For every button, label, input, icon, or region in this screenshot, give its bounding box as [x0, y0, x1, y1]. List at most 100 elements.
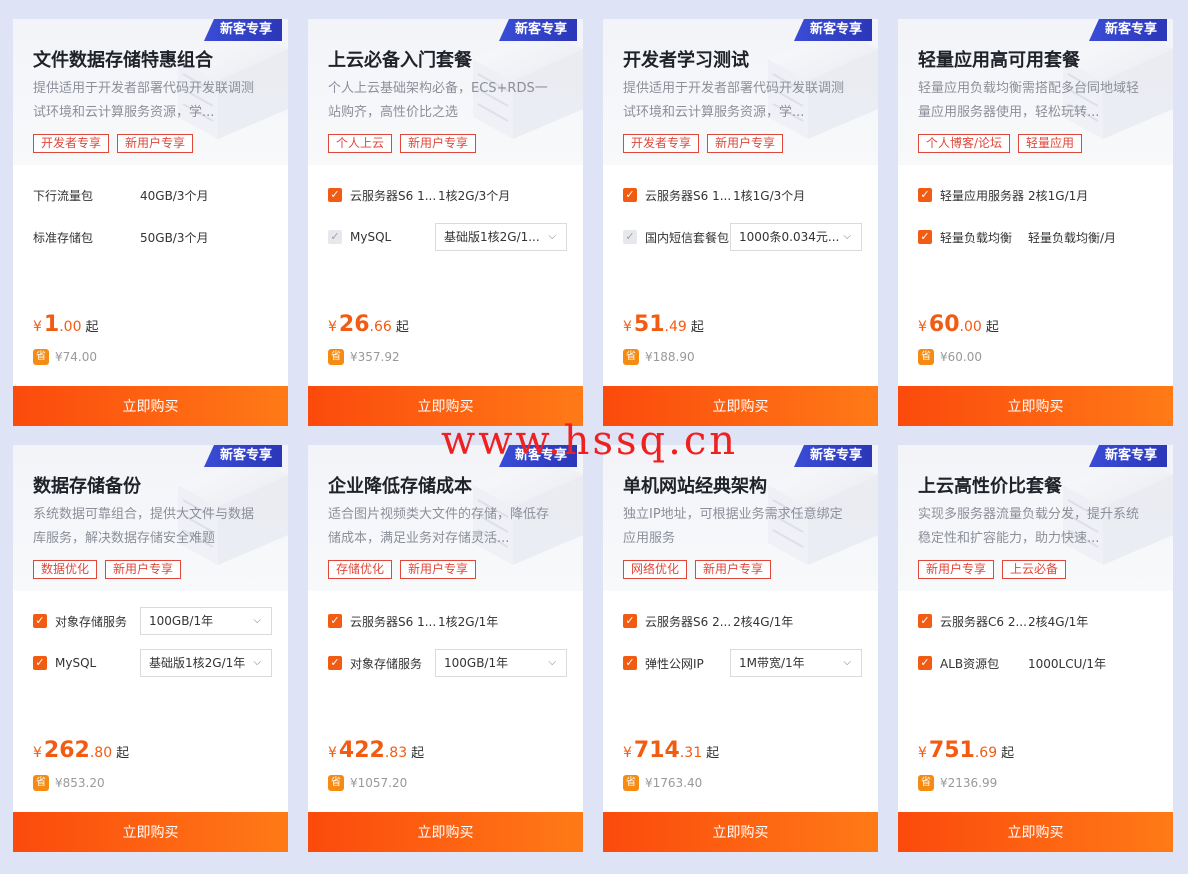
- currency-symbol: ¥: [623, 319, 632, 335]
- product-label: 云服务器S6 1...: [645, 188, 732, 203]
- product-row: ✓ 弹性公网IP 1M带宽/1年 ⌵: [623, 649, 862, 677]
- original-price-value: ¥188.90: [645, 350, 695, 364]
- checkbox[interactable]: ✓: [918, 188, 932, 202]
- checkbox[interactable]: ✓: [623, 656, 637, 670]
- card-header: 新客专享 文件数据存储特惠组合 提供适用于开发者部署代码开发联调测试环境和云计算…: [13, 19, 288, 165]
- feature-tag: 新用户专享: [695, 560, 772, 579]
- product-label: 对象存储服务: [55, 614, 128, 629]
- currency-symbol: ¥: [623, 745, 632, 761]
- watermark: www.hssq.cn: [441, 418, 738, 464]
- spec-value: 50GB/3个月: [140, 230, 209, 245]
- buy-now-button[interactable]: 立即购买: [13, 386, 288, 426]
- price: ¥ 51 .49 起: [623, 312, 704, 337]
- checkbox: ✓: [623, 230, 637, 244]
- price: ¥ 714 .31 起: [623, 738, 719, 763]
- spec-value: 1核2G/1年: [438, 614, 499, 629]
- package-card: 新客专享 上云必备入门套餐 个人上云基础架构必备，ECS+RDS一站购齐，高性价…: [308, 19, 583, 426]
- price-integer: 714: [633, 738, 680, 763]
- original-price-value: ¥357.92: [350, 350, 400, 364]
- product-row: ✓ 云服务器S6 1... 1核2G/1年: [328, 607, 567, 635]
- save-icon: 省: [328, 349, 344, 365]
- feature-tag: 网络优化: [623, 560, 688, 579]
- checkbox[interactable]: ✓: [918, 656, 932, 670]
- product-row: 下行流量包 40GB/3个月: [33, 181, 272, 209]
- product-label: 标准存储包: [33, 230, 94, 245]
- checkbox[interactable]: ✓: [328, 656, 342, 670]
- card-title: 开发者学习测试: [623, 50, 749, 71]
- card-description: 独立IP地址，可根据业务需求任意绑定应用服务: [623, 507, 843, 546]
- spec-select-value: 100GB/1年: [149, 614, 214, 628]
- checkbox[interactable]: ✓: [918, 230, 932, 244]
- card-title: 单机网站经典架构: [623, 476, 767, 497]
- feature-tag: 数据优化: [33, 560, 98, 579]
- price-decimal: .83: [384, 745, 408, 761]
- card-description: 个人上云基础架构必备，ECS+RDS一站购齐，高性价比之选: [328, 81, 548, 120]
- product-row: 标准存储包 50GB/3个月: [33, 223, 272, 251]
- product-label: 云服务器S6 2...: [645, 614, 732, 629]
- product-list: ✓ 云服务器S6 1... 1核1G/3个月 ✓ 国内短信套餐包 1000条0.…: [623, 181, 862, 265]
- card-title: 文件数据存储特惠组合: [33, 50, 213, 71]
- price-decimal: .49: [664, 319, 687, 335]
- price-integer: 51: [633, 312, 665, 337]
- product-row: ✓ 云服务器S6 1... 1核2G/3个月: [328, 181, 567, 209]
- spec-value: 轻量负载均衡/月: [1028, 230, 1117, 245]
- card-description: 提供适用于开发者部署代码开发联调测试环境和云计算服务资源，学...: [623, 81, 845, 120]
- price-integer: 422: [338, 738, 385, 763]
- checkbox[interactable]: ✓: [623, 188, 637, 202]
- product-label: 弹性公网IP: [645, 656, 704, 671]
- package-card: 新客专享 轻量应用高可用套餐 轻量应用负载均衡需搭配多台同地域轻量应用服务器使用…: [898, 19, 1173, 426]
- price-decimal: .66: [369, 319, 392, 335]
- product-label: 轻量负载均衡: [940, 230, 1013, 245]
- buy-now-button[interactable]: 立即购买: [898, 812, 1173, 852]
- checkbox[interactable]: ✓: [33, 656, 47, 670]
- feature-tag: 上云必备: [1002, 560, 1067, 579]
- spec-select[interactable]: 1000条0.034元... ⌵: [730, 223, 862, 251]
- spec-select[interactable]: 1M带宽/1年 ⌵: [730, 649, 862, 677]
- card-header: 新客专享 轻量应用高可用套餐 轻量应用负载均衡需搭配多台同地域轻量应用服务器使用…: [898, 19, 1173, 165]
- tag-list: 个人上云 新用户专享: [328, 134, 477, 153]
- spec-select-value: 基础版1核2G/1年: [149, 656, 246, 670]
- spec-select[interactable]: 100GB/1年 ⌵: [435, 649, 567, 677]
- new-customer-badge: 新客专享: [1088, 19, 1167, 41]
- price: ¥ 751 .69 起: [918, 738, 1014, 763]
- package-card: 新客专享 数据存储备份 系统数据可靠组合，提供大文件与数据库服务，解决数据存储安…: [13, 445, 288, 852]
- price-integer: 751: [928, 738, 975, 763]
- price-decimal: .80: [89, 745, 113, 761]
- chevron-down-icon: ⌵: [548, 657, 556, 668]
- new-customer-badge: 新客专享: [203, 445, 282, 467]
- spec-select[interactable]: 基础版1核2G/1... ⌵: [435, 223, 567, 251]
- price-from-label: 起: [1001, 746, 1015, 761]
- new-customer-badge: 新客专享: [793, 19, 872, 41]
- buy-now-button[interactable]: 立即购买: [603, 812, 878, 852]
- spec-select[interactable]: 100GB/1年 ⌵: [140, 607, 272, 635]
- checkbox[interactable]: ✓: [33, 614, 47, 628]
- price-from-label: 起: [116, 746, 130, 761]
- buy-now-button[interactable]: 立即购买: [898, 386, 1173, 426]
- product-label: 云服务器C6 2...: [940, 614, 1027, 629]
- card-description: 提供适用于开发者部署代码开发联调测试环境和云计算服务资源，学...: [33, 81, 255, 120]
- chevron-down-icon: ⌵: [843, 231, 851, 242]
- feature-tag: 新用户专享: [707, 134, 784, 153]
- feature-tag: 开发者专享: [623, 134, 700, 153]
- checkbox[interactable]: ✓: [918, 614, 932, 628]
- checkbox[interactable]: ✓: [328, 614, 342, 628]
- price: ¥ 60 .00 起: [918, 312, 999, 337]
- product-list: ✓ 云服务器S6 1... 1核2G/1年 ✓ 对象存储服务 100GB/1年 ⌵: [328, 607, 567, 691]
- spec-select[interactable]: 基础版1核2G/1年 ⌵: [140, 649, 272, 677]
- product-list: 下行流量包 40GB/3个月 标准存储包 50GB/3个月: [33, 181, 272, 265]
- price-from-label: 起: [85, 320, 99, 335]
- currency-symbol: ¥: [33, 745, 42, 761]
- buy-now-button[interactable]: 立即购买: [308, 812, 583, 852]
- original-price-value: ¥2136.99: [940, 776, 998, 790]
- card-description: 轻量应用负载均衡需搭配多台同地域轻量应用服务器使用，轻松玩转...: [918, 81, 1140, 120]
- checkbox[interactable]: ✓: [623, 614, 637, 628]
- product-row: ✓ ALB资源包 1000LCU/1年: [918, 649, 1157, 677]
- product-list: ✓ 云服务器S6 1... 1核2G/3个月 ✓ MySQL 基础版1核2G/1…: [328, 181, 567, 265]
- feature-tag: 轻量应用: [1018, 134, 1083, 153]
- checkbox[interactable]: ✓: [328, 188, 342, 202]
- buy-now-button[interactable]: 立即购买: [13, 812, 288, 852]
- original-price: 省 ¥1763.40: [623, 775, 702, 791]
- price-integer: 60: [928, 312, 960, 337]
- package-card: 新客专享 单机网站经典架构 独立IP地址，可根据业务需求任意绑定应用服务 网络优…: [603, 445, 878, 852]
- product-row: ✓ MySQL 基础版1核2G/1... ⌵: [328, 223, 567, 251]
